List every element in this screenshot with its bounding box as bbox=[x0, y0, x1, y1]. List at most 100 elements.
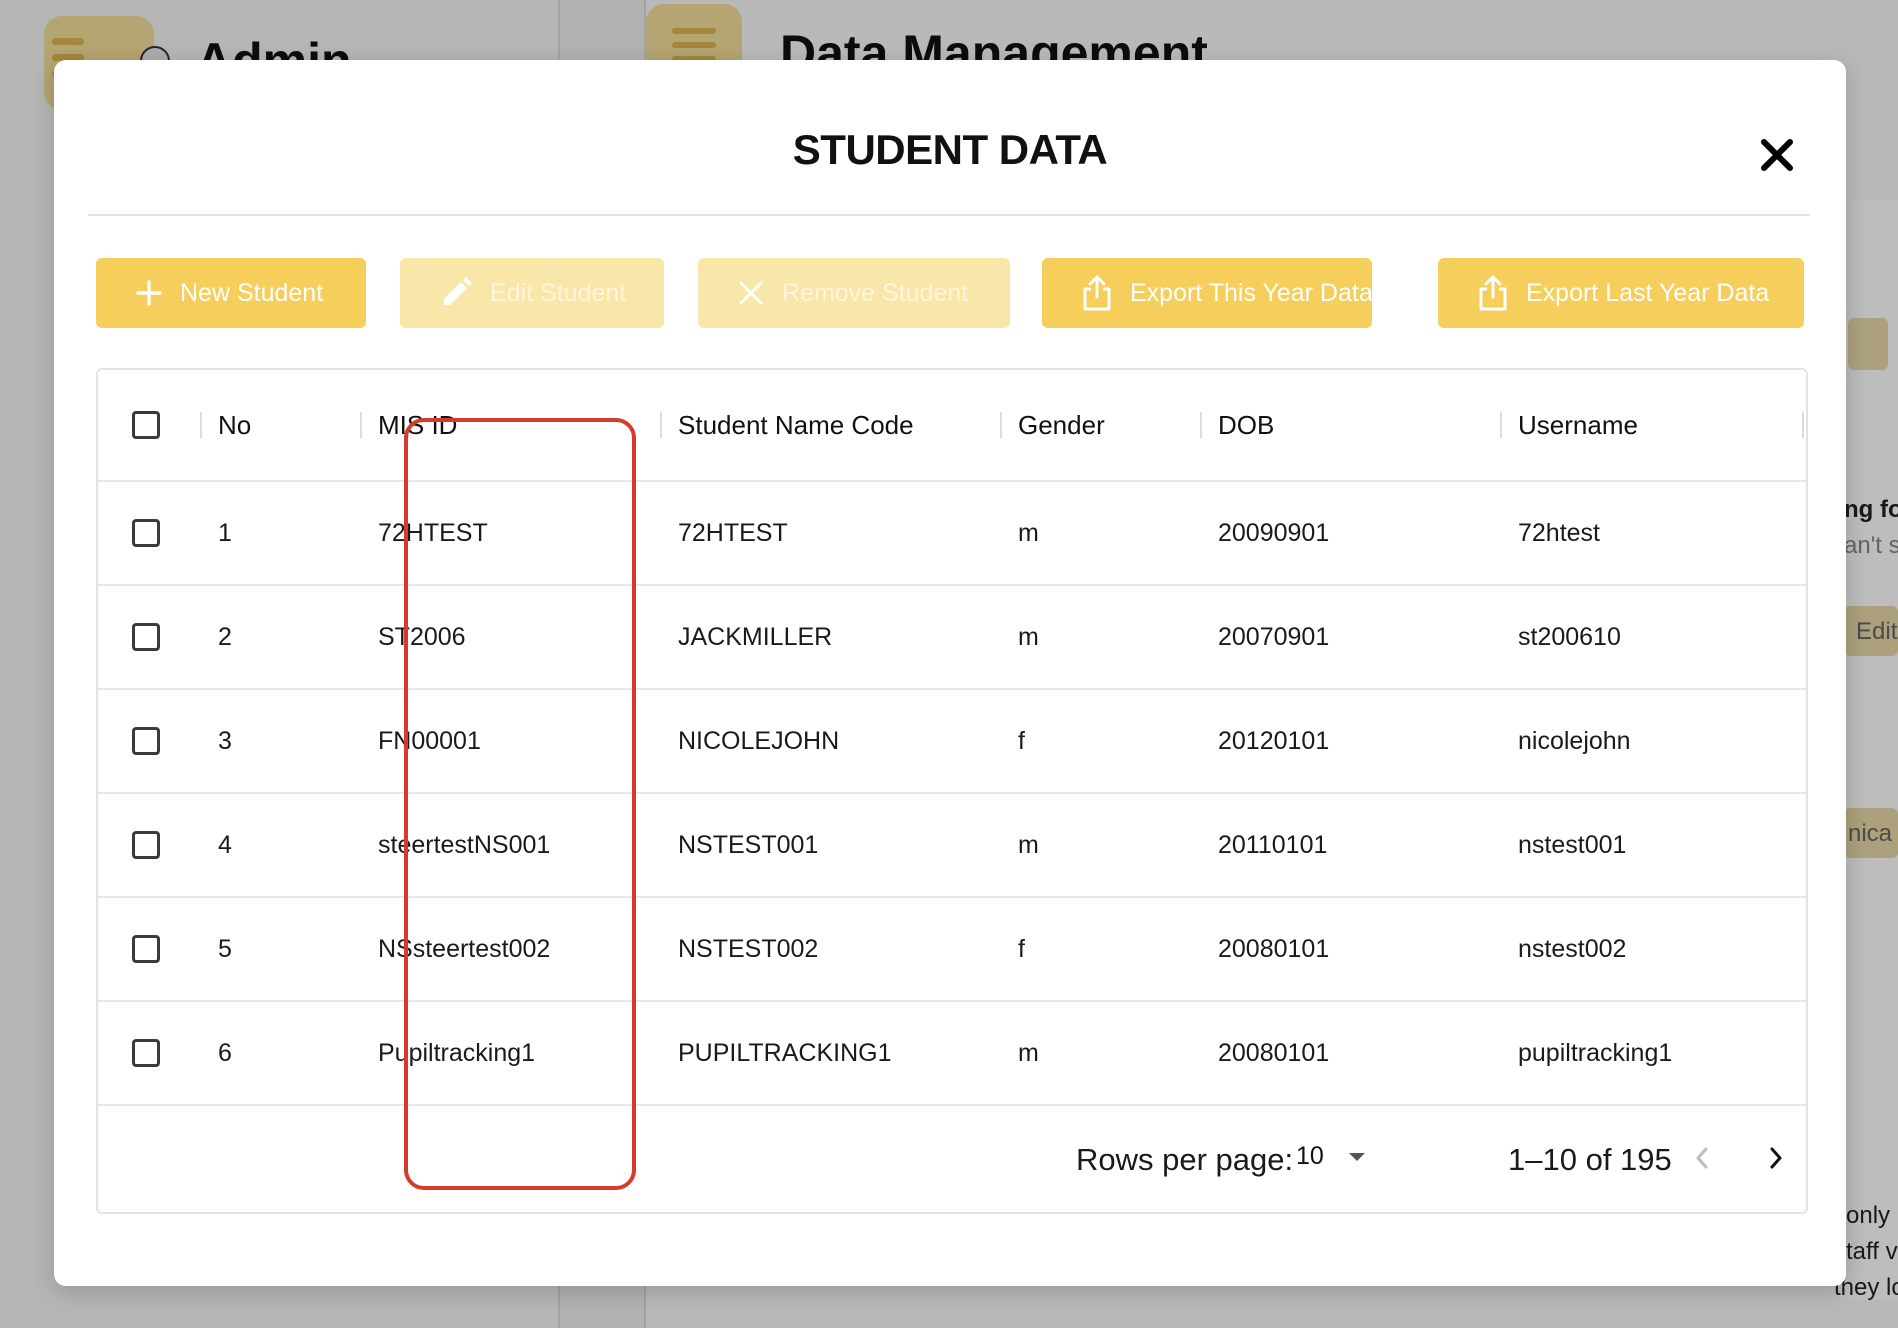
cell-mis-id: 72HTEST bbox=[378, 518, 488, 547]
column-separator[interactable] bbox=[360, 412, 362, 438]
export-last-year-button[interactable]: Export Last Year Data bbox=[1438, 258, 1804, 328]
cell-mis-id: steertestNS001 bbox=[378, 830, 551, 859]
column-separator[interactable] bbox=[1500, 412, 1502, 438]
cell-student-name-code: 72HTEST bbox=[678, 518, 788, 547]
remove-student-label: Remove Student bbox=[782, 278, 969, 307]
cell-mis-id: FN00001 bbox=[378, 726, 481, 755]
table-row[interactable]: 6 Pupiltracking1 PUPILTRACKING1 m 20080101 pu… bbox=[98, 1002, 1806, 1106]
export-last-year-label: Export Last Year Data bbox=[1526, 278, 1770, 307]
row-select-cell bbox=[132, 586, 160, 688]
cell-gender: m bbox=[1018, 1038, 1039, 1067]
column-separator[interactable] bbox=[200, 412, 202, 438]
column-separator[interactable] bbox=[660, 412, 662, 438]
cell-username: nicolejohn bbox=[1518, 726, 1631, 755]
chevron-left-icon bbox=[1696, 1147, 1708, 1169]
select-all-cell bbox=[132, 370, 160, 480]
cell-gender: f bbox=[1018, 934, 1025, 963]
row-checkbox[interactable] bbox=[132, 935, 160, 963]
cell-student-name-code: PUPILTRACKING1 bbox=[678, 1038, 892, 1067]
column-separator[interactable] bbox=[1200, 412, 1202, 438]
remove-student-button[interactable]: Remove Student bbox=[698, 258, 1010, 328]
cell-username: 72htest bbox=[1518, 518, 1601, 547]
cell-student-name-code: NICOLEJOHN bbox=[678, 726, 840, 755]
cell-username: st200610 bbox=[1518, 622, 1621, 651]
header-mis-id[interactable]: MIS ID bbox=[378, 370, 457, 480]
close-button[interactable] bbox=[1754, 132, 1800, 178]
edit-student-button[interactable]: Edit Student bbox=[400, 258, 664, 328]
new-student-button[interactable]: New Student bbox=[96, 258, 366, 328]
rows-per-page-value: 10 bbox=[1296, 1142, 1324, 1170]
page-range: 1–10 of 195 bbox=[1508, 1142, 1672, 1177]
cell-dob: 20080101 bbox=[1218, 1038, 1330, 1067]
column-separator[interactable] bbox=[1000, 412, 1002, 438]
table-row[interactable]: 3 FN00001 NICOLEJOHN f 20120101 nicolejohn bbox=[98, 690, 1806, 794]
cell-gender: m bbox=[1018, 830, 1039, 859]
cell-gender: f bbox=[1018, 726, 1025, 755]
row-checkbox[interactable] bbox=[132, 519, 160, 547]
cell-student-name-code: JACKMILLER bbox=[678, 622, 833, 651]
row-select-cell bbox=[132, 482, 160, 584]
chevron-right-icon bbox=[1770, 1147, 1782, 1169]
select-all-checkbox[interactable] bbox=[132, 411, 160, 439]
pencil-icon bbox=[444, 277, 472, 305]
student-table: No MIS ID Student Name Code Gender DOB U… bbox=[96, 368, 1808, 1214]
rows-per-page-select[interactable]: 10 bbox=[1296, 1142, 1366, 1171]
share-export-icon bbox=[1479, 275, 1507, 311]
table-header-row: No MIS ID Student Name Code Gender DOB U… bbox=[98, 370, 1806, 482]
cell-no: 1 bbox=[218, 518, 232, 547]
cell-mis-id: ST2006 bbox=[378, 622, 466, 651]
cell-gender: m bbox=[1018, 518, 1039, 547]
new-student-label: New Student bbox=[180, 278, 324, 307]
plus-icon bbox=[136, 280, 162, 306]
cell-mis-id: Pupiltracking1 bbox=[378, 1038, 536, 1067]
header-username[interactable]: Username bbox=[1518, 370, 1638, 480]
cell-student-name-code: NSTEST002 bbox=[678, 934, 819, 963]
export-this-year-label: Export This Year Data bbox=[1130, 278, 1373, 307]
student-data-modal: STUDENT DATA New Student Edit Student Re… bbox=[54, 60, 1846, 1286]
cell-no: 3 bbox=[218, 726, 232, 755]
table-row[interactable]: 2 ST2006 JACKMILLER m 20070901 st200610 bbox=[98, 586, 1806, 690]
cell-username: pupiltracking1 bbox=[1518, 1038, 1673, 1067]
table-row[interactable]: 1 72HTEST 72HTEST m 20090901 72htest bbox=[98, 482, 1806, 586]
header-divider bbox=[88, 214, 1810, 216]
row-checkbox[interactable] bbox=[132, 831, 160, 859]
header-student-name-code[interactable]: Student Name Code bbox=[678, 370, 914, 480]
next-page-button[interactable] bbox=[1754, 1136, 1798, 1180]
cell-dob: 20110101 bbox=[1218, 830, 1328, 859]
cell-no: 2 bbox=[218, 622, 232, 651]
export-this-year-button[interactable]: Export This Year Data bbox=[1042, 258, 1373, 328]
cell-dob: 20090901 bbox=[1218, 518, 1330, 547]
header-gender[interactable]: Gender bbox=[1018, 370, 1105, 480]
rows-per-page-label: Rows per page: bbox=[1076, 1142, 1294, 1177]
previous-page-button[interactable] bbox=[1680, 1136, 1724, 1180]
column-separator[interactable] bbox=[1802, 412, 1804, 438]
header-no[interactable]: No bbox=[218, 370, 251, 480]
cell-username: nstest001 bbox=[1518, 830, 1627, 859]
cell-dob: 20080101 bbox=[1218, 934, 1330, 963]
cell-mis-id: NSsteertest002 bbox=[378, 934, 551, 963]
caret-down-icon bbox=[1348, 1152, 1365, 1161]
row-select-cell bbox=[132, 1002, 160, 1104]
row-checkbox[interactable] bbox=[132, 727, 160, 755]
table-row[interactable]: 5 NSsteertest002 NSTEST002 f 20080101 nstest0… bbox=[98, 898, 1806, 1002]
cell-no: 5 bbox=[218, 934, 232, 963]
header-dob[interactable]: DOB bbox=[1218, 370, 1274, 480]
row-select-cell bbox=[132, 898, 160, 1000]
cell-dob: 20120101 bbox=[1218, 726, 1330, 755]
cell-gender: m bbox=[1018, 622, 1039, 651]
row-select-cell bbox=[132, 690, 160, 792]
row-checkbox[interactable] bbox=[132, 623, 160, 651]
table-row[interactable]: 4 steertestNS001 NSTEST001 m 20110101 nstest0… bbox=[98, 794, 1806, 898]
edit-student-label: Edit Student bbox=[490, 278, 627, 307]
modal-title: STUDENT DATA bbox=[792, 126, 1108, 173]
row-select-cell bbox=[132, 794, 160, 896]
cell-username: nstest002 bbox=[1518, 934, 1627, 963]
x-icon bbox=[739, 281, 763, 305]
cell-no: 6 bbox=[218, 1038, 232, 1067]
cell-student-name-code: NSTEST001 bbox=[678, 830, 819, 859]
cell-dob: 20070901 bbox=[1218, 622, 1330, 651]
row-checkbox[interactable] bbox=[132, 1039, 160, 1067]
cell-no: 4 bbox=[218, 830, 232, 859]
close-icon bbox=[1761, 139, 1793, 171]
share-export-icon bbox=[1083, 275, 1111, 311]
